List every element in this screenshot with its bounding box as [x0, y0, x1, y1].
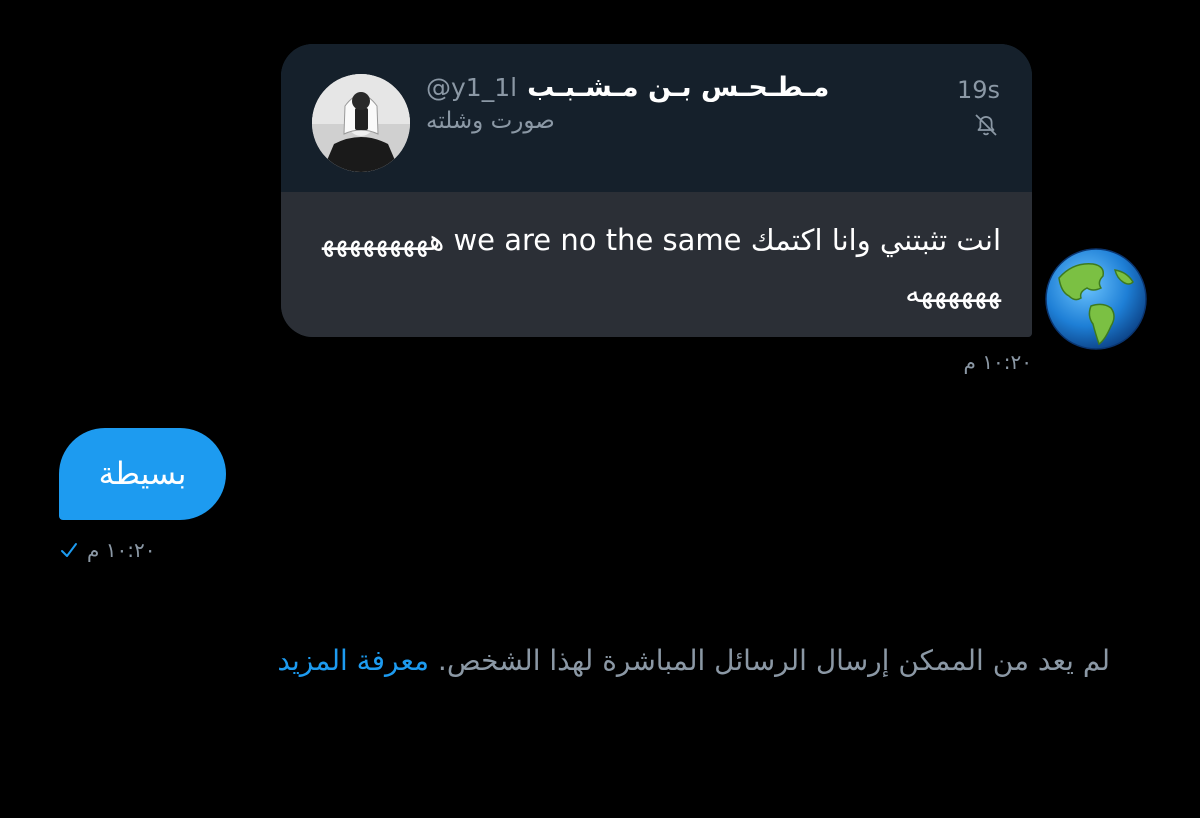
dm-disabled-text: لم يعد من الممكن إرسال الرسائل المباشرة … — [437, 644, 1110, 677]
learn-more-link[interactable]: معرفة المزيد — [277, 644, 429, 677]
incoming-message-text: انت تثبتني وانا اكتمك we are no the same… — [322, 223, 1001, 309]
tweet-author-handle[interactable]: @y1_1l — [426, 73, 517, 102]
profile-photo-icon — [312, 74, 410, 172]
dm-disabled-notice: لم يعد من الممكن إرسال الرسائل المباشرة … — [60, 644, 1110, 677]
outgoing-message-timestamp: ١٠:٢٠ م — [87, 538, 156, 562]
message-body[interactable]: انت تثبتني وانا اكتمك we are no the same… — [281, 192, 1032, 337]
outgoing-message-meta: ١٠:٢٠ م — [59, 536, 155, 564]
tweet-author-name[interactable]: مـطـحـس بـن مـشـبـب — [527, 72, 829, 103]
sender-avatar[interactable] — [1045, 248, 1147, 350]
tweet-author-subtext: صورت وشلته — [426, 108, 555, 134]
shared-tweet-card[interactable]: @y1_1l مـطـحـس بـن مـشـبـب صورت وشلته 19s… — [281, 44, 1032, 337]
tweet-time-ago: 19s — [957, 76, 1001, 104]
incoming-message-timestamp: ١٠:٢٠ م — [963, 350, 1032, 374]
earth-globe-icon — [1045, 248, 1147, 350]
tweet-author-avatar[interactable] — [312, 74, 410, 172]
sent-checkmark-icon — [61, 543, 77, 557]
tweet-author-row: @y1_1l مـطـحـس بـن مـشـبـب — [426, 72, 829, 112]
outgoing-message-text: بسيطة — [98, 456, 187, 492]
muted-notification-icon — [975, 114, 997, 136]
tweet-card-header[interactable]: @y1_1l مـطـحـس بـن مـشـبـب صورت وشلته 19s — [281, 44, 1032, 192]
outgoing-message-bubble[interactable]: بسيطة — [59, 428, 226, 520]
